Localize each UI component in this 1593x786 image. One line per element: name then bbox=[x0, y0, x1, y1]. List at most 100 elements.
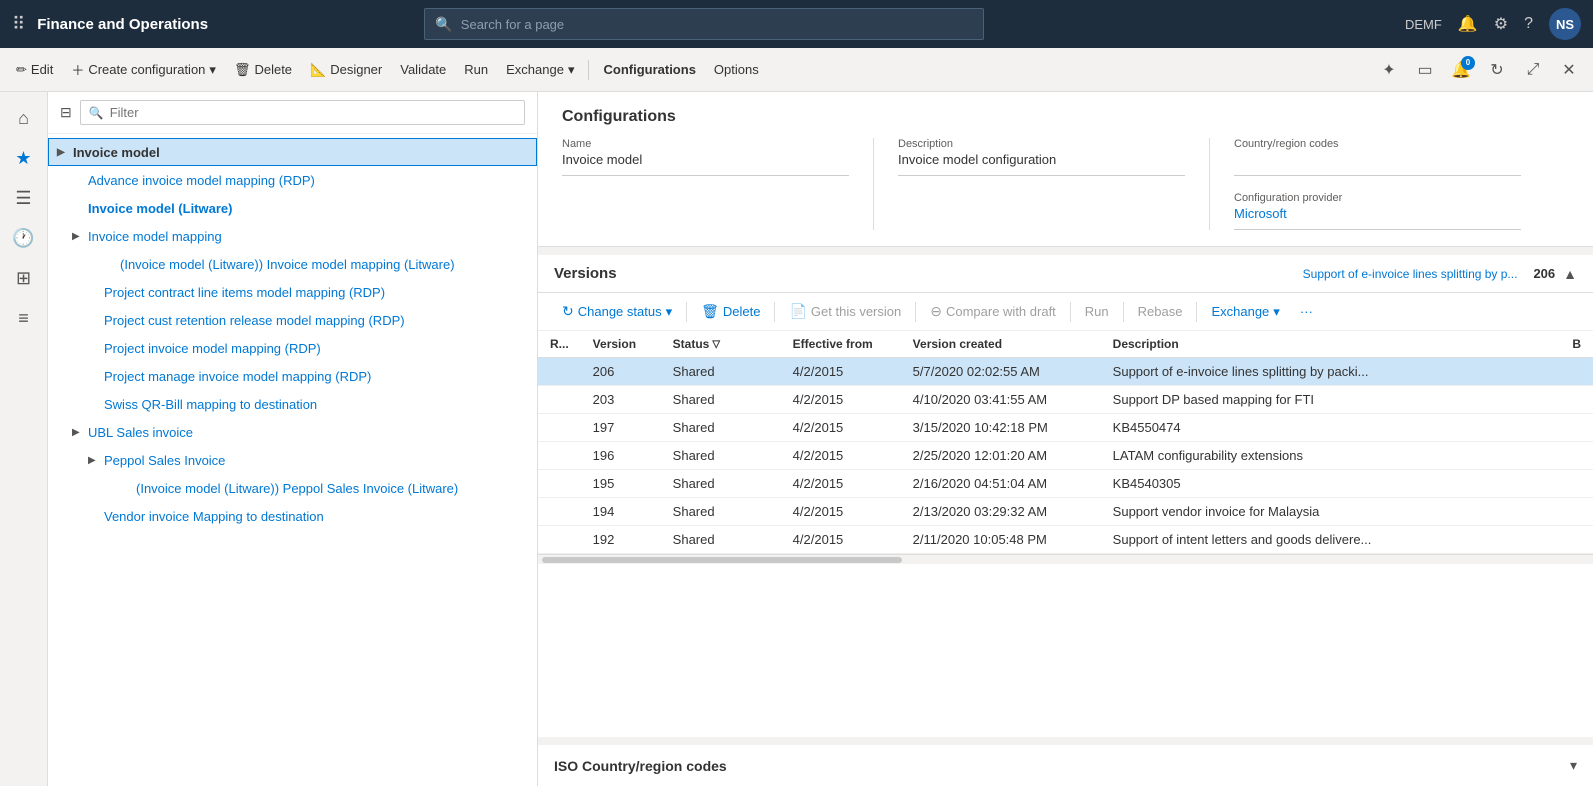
col-header-r: R... bbox=[538, 331, 581, 358]
tree-panel: ⊟ 🔍 ▶Invoice modelAdvance invoice model … bbox=[48, 92, 538, 786]
run-button[interactable]: Run bbox=[456, 58, 496, 81]
table-cell-r bbox=[538, 386, 581, 414]
configurations-button[interactable]: Configurations bbox=[595, 58, 703, 81]
config-desc-field: Description Invoice model configuration bbox=[898, 138, 1210, 230]
table-row[interactable]: 194Shared4/2/20152/13/2020 03:29:32 AMSu… bbox=[538, 498, 1593, 526]
home-icon[interactable]: ⌂ bbox=[6, 100, 42, 136]
h-scroll-thumb[interactable] bbox=[542, 557, 902, 563]
settings-icon[interactable]: ⚙ bbox=[1494, 14, 1508, 34]
tree-item-label: Invoice model (Litware) bbox=[88, 201, 232, 216]
table-row[interactable]: 206Shared4/2/20155/7/2020 02:02:55 AMSup… bbox=[538, 358, 1593, 386]
user-avatar[interactable]: NS bbox=[1549, 8, 1581, 40]
table-cell-version: 195 bbox=[581, 470, 661, 498]
versions-delete-icon: 🗑 bbox=[701, 303, 719, 320]
toolbar-right-icons: ✦ ▭ 🔔 0 ↻ ⤢ ✕ bbox=[1373, 54, 1585, 86]
app-grid-icon[interactable]: ⠿ bbox=[12, 14, 25, 35]
table-row[interactable]: 195Shared4/2/20152/16/2020 04:51:04 AMKB… bbox=[538, 470, 1593, 498]
pin-icon[interactable]: ✦ bbox=[1373, 54, 1405, 86]
col-header-desc: Description bbox=[1101, 331, 1561, 358]
tree-item[interactable]: ▶Peppol Sales Invoice bbox=[48, 446, 537, 474]
table-cell-created: 4/10/2020 03:41:55 AM bbox=[901, 386, 1101, 414]
table-row[interactable]: 192Shared4/2/20152/11/2020 10:05:48 PMSu… bbox=[538, 526, 1593, 554]
notification-icon[interactable]: 🔔 bbox=[1458, 14, 1478, 34]
refresh-icon[interactable]: ↻ bbox=[1481, 54, 1513, 86]
edit-button[interactable]: ✏ Edit bbox=[8, 58, 61, 82]
validate-button[interactable]: Validate bbox=[392, 58, 454, 81]
search-bar[interactable]: 🔍 bbox=[424, 8, 984, 40]
versions-exchange-button[interactable]: Exchange ▾ bbox=[1203, 300, 1287, 324]
close-icon[interactable]: ✕ bbox=[1553, 54, 1585, 86]
table-cell-r bbox=[538, 358, 581, 386]
versions-collapse-icon[interactable]: ▲ bbox=[1563, 266, 1577, 282]
tree-item[interactable]: ▶Invoice model bbox=[48, 138, 537, 166]
tree-item[interactable]: Invoice model (Litware) bbox=[48, 194, 537, 222]
table-cell-r bbox=[1560, 470, 1593, 498]
tree-item[interactable]: Project manage invoice model mapping (RD… bbox=[48, 362, 537, 390]
horizontal-scrollbar[interactable] bbox=[538, 554, 1593, 564]
get-this-version-button[interactable]: 📄 Get this version bbox=[781, 299, 909, 324]
table-row[interactable]: 196Shared4/2/20152/25/2020 12:01:20 AMLA… bbox=[538, 442, 1593, 470]
search-input[interactable] bbox=[461, 17, 974, 32]
list-icon[interactable]: ≡ bbox=[6, 300, 42, 336]
star-icon[interactable]: ★ bbox=[6, 140, 42, 176]
tree-item[interactable]: (Invoice model (Litware)) Peppol Sales I… bbox=[48, 474, 537, 502]
notification-badge-icon[interactable]: 🔔 0 bbox=[1445, 54, 1477, 86]
table-cell-created: 2/13/2020 03:29:32 AM bbox=[901, 498, 1101, 526]
tree-item[interactable]: Advance invoice model mapping (RDP) bbox=[48, 166, 537, 194]
vtb-sep-1 bbox=[686, 302, 687, 322]
tree-item[interactable]: Swiss QR-Bill mapping to destination bbox=[48, 390, 537, 418]
rebase-button[interactable]: Rebase bbox=[1130, 300, 1191, 323]
config-provider-value[interactable]: Microsoft bbox=[1234, 206, 1521, 230]
filter-icon[interactable]: ⊟ bbox=[60, 104, 72, 121]
filter-input[interactable] bbox=[110, 105, 516, 120]
notification-count: 0 bbox=[1461, 56, 1475, 70]
table-row[interactable]: 203Shared4/2/20154/10/2020 03:41:55 AMSu… bbox=[538, 386, 1593, 414]
tree-item[interactable]: Project invoice model mapping (RDP) bbox=[48, 334, 537, 362]
create-config-button[interactable]: ＋ Create configuration ▾ bbox=[63, 56, 224, 83]
tree-item[interactable]: ▶UBL Sales invoice bbox=[48, 418, 537, 446]
versions-delete-button[interactable]: 🗑 Delete bbox=[693, 299, 768, 324]
tree-item[interactable]: ▶Invoice model mapping bbox=[48, 222, 537, 250]
delete-button[interactable]: 🗑 Delete bbox=[226, 58, 300, 82]
tree-item-label: (Invoice model (Litware)) Peppol Sales I… bbox=[136, 481, 458, 496]
exchange-button[interactable]: Exchange ▾ bbox=[498, 58, 582, 82]
table-cell-status: Shared bbox=[661, 414, 781, 442]
tree-item[interactable]: Project cust retention release model map… bbox=[48, 306, 537, 334]
table-row[interactable]: 197Shared4/2/20153/15/2020 10:42:18 PMKB… bbox=[538, 414, 1593, 442]
compare-with-draft-button[interactable]: ⊖ Compare with draft bbox=[922, 299, 1064, 324]
table-cell-created: 5/7/2020 02:02:55 AM bbox=[901, 358, 1101, 386]
table-cell-r bbox=[538, 470, 581, 498]
status-filter-icon[interactable]: ▽ bbox=[712, 339, 720, 350]
tree-item-label: Invoice model bbox=[73, 145, 160, 160]
table-cell-effective: 4/2/2015 bbox=[781, 358, 901, 386]
tree-item[interactable]: (Invoice model (Litware)) Invoice model … bbox=[48, 250, 537, 278]
help-icon[interactable]: ? bbox=[1524, 15, 1533, 33]
tree-item[interactable]: Project contract line items model mappin… bbox=[48, 278, 537, 306]
tree-item-label: Swiss QR-Bill mapping to destination bbox=[104, 397, 317, 412]
designer-icon: 📐 bbox=[310, 62, 326, 78]
history-icon[interactable]: 🕐 bbox=[6, 220, 42, 256]
versions-run-button[interactable]: Run bbox=[1077, 300, 1117, 323]
versions-section: Versions Support of e-invoice lines spli… bbox=[538, 255, 1593, 737]
grid-icon[interactable]: ⊞ bbox=[6, 260, 42, 296]
config-name-field: Name Invoice model bbox=[562, 138, 874, 230]
table-cell-desc: Support of intent letters and goods deli… bbox=[1101, 526, 1561, 554]
get-version-icon: 📄 bbox=[789, 303, 806, 320]
filter-input-wrapper[interactable]: 🔍 bbox=[80, 100, 525, 125]
table-cell-version: 196 bbox=[581, 442, 661, 470]
change-status-button[interactable]: ↻ Change status ▾ bbox=[554, 299, 680, 324]
table-cell-created: 2/25/2020 12:01:20 AM bbox=[901, 442, 1101, 470]
designer-button[interactable]: 📐 Designer bbox=[302, 58, 390, 82]
menu-icon[interactable]: ☰ bbox=[6, 180, 42, 216]
config-country-value bbox=[1234, 152, 1521, 176]
sidebar-toggle-icon[interactable]: ▭ bbox=[1409, 54, 1441, 86]
options-button[interactable]: Options bbox=[706, 58, 767, 81]
table-cell-effective: 4/2/2015 bbox=[781, 442, 901, 470]
tree-item[interactable]: Vendor invoice Mapping to destination bbox=[48, 502, 537, 530]
versions-more-button[interactable]: ··· bbox=[1292, 300, 1321, 323]
iso-collapse-icon[interactable]: ▾ bbox=[1570, 757, 1577, 774]
filter-search-icon: 🔍 bbox=[89, 106, 104, 120]
side-icon-bar: ⌂ ★ ☰ 🕐 ⊞ ≡ bbox=[0, 92, 48, 786]
table-cell-version: 206 bbox=[581, 358, 661, 386]
expand-icon[interactable]: ⤢ bbox=[1517, 54, 1549, 86]
